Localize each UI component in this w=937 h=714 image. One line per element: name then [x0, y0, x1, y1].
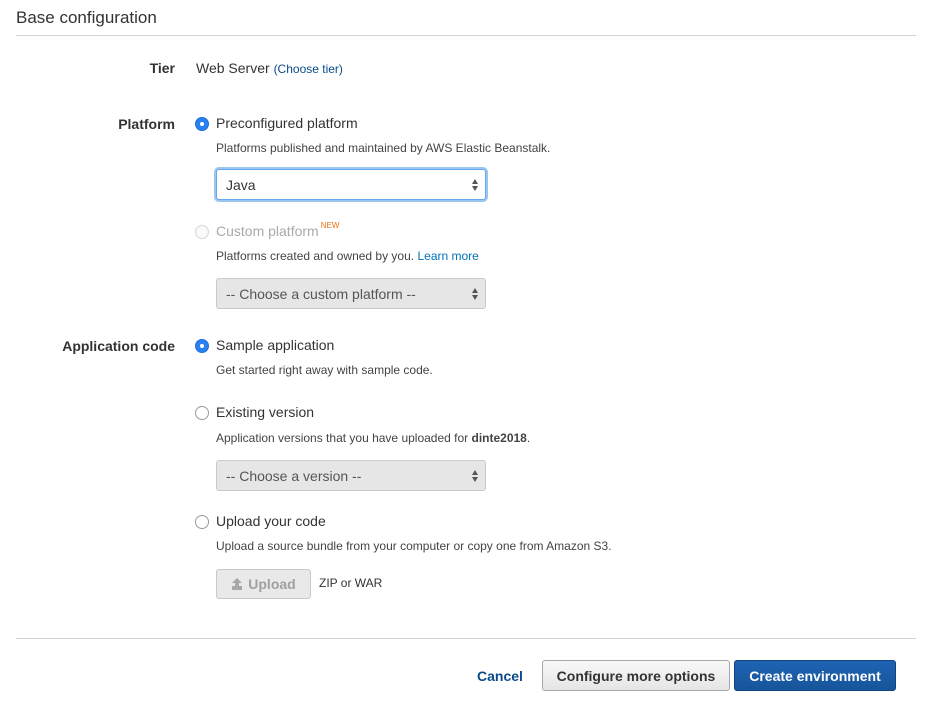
custom-platform-help-group: Platforms created and owned by you. Lear…	[216, 249, 479, 263]
platform-select-value: Java	[226, 176, 256, 193]
select-arrows-icon	[472, 178, 479, 192]
tier-label: Tier	[149, 60, 175, 76]
tier-value: Web Server	[196, 60, 270, 76]
application-code-label: Application code	[62, 338, 175, 354]
platform-label: Platform	[118, 116, 175, 132]
sample-application-help: Get started right away with sample code.	[216, 363, 433, 377]
existing-version-label[interactable]: Existing version	[216, 404, 314, 420]
existing-version-help-prefix: Application versions that you have uploa…	[216, 431, 472, 445]
application-name: dinte2018	[471, 431, 527, 445]
custom-platform-select-placeholder: -- Choose a custom platform --	[226, 285, 416, 302]
select-arrows-icon	[472, 469, 479, 483]
custom-platform-radio[interactable]	[195, 225, 209, 239]
create-environment-button[interactable]: Create environment	[734, 660, 896, 691]
upload-code-label[interactable]: Upload your code	[216, 513, 326, 529]
existing-version-help: Application versions that you have uploa…	[216, 431, 530, 445]
upload-formats: ZIP or WAR	[319, 576, 383, 590]
sample-application-radio[interactable]	[195, 339, 209, 353]
preconfigured-platform-help: Platforms published and maintained by AW…	[216, 141, 551, 155]
select-arrows-icon	[472, 287, 479, 301]
upload-button[interactable]: Upload	[216, 569, 311, 599]
version-select[interactable]: -- Choose a version --	[216, 460, 486, 491]
platform-select[interactable]: Java	[216, 169, 486, 200]
preconfigured-platform-label[interactable]: Preconfigured platform	[216, 115, 358, 131]
upload-button-label: Upload	[248, 576, 296, 592]
custom-platform-label-group: Custom platform NEW	[216, 221, 340, 239]
upload-icon	[231, 578, 243, 590]
choose-tier-link[interactable]: (Choose tier)	[274, 62, 343, 76]
existing-version-help-suffix: .	[526, 431, 531, 445]
new-badge: NEW	[320, 221, 340, 230]
cancel-button[interactable]: Cancel	[466, 660, 534, 691]
custom-platform-label: Custom platform	[216, 223, 319, 239]
section-divider	[16, 35, 916, 36]
existing-version-radio[interactable]	[195, 406, 209, 420]
footer-divider	[16, 638, 916, 639]
custom-platform-help: Platforms created and owned by you.	[216, 249, 415, 263]
upload-code-radio[interactable]	[195, 515, 209, 529]
section-title: Base configuration	[16, 8, 157, 27]
custom-platform-select[interactable]: -- Choose a custom platform --	[216, 278, 486, 309]
sample-application-label[interactable]: Sample application	[216, 337, 334, 353]
learn-more-link[interactable]: Learn more	[417, 249, 478, 263]
preconfigured-platform-radio[interactable]	[195, 117, 209, 131]
configure-more-options-button[interactable]: Configure more options	[542, 660, 730, 691]
upload-code-help: Upload a source bundle from your compute…	[216, 539, 612, 553]
tier-value-group: Web Server (Choose tier)	[196, 60, 343, 76]
version-select-placeholder: -- Choose a version --	[226, 467, 362, 484]
